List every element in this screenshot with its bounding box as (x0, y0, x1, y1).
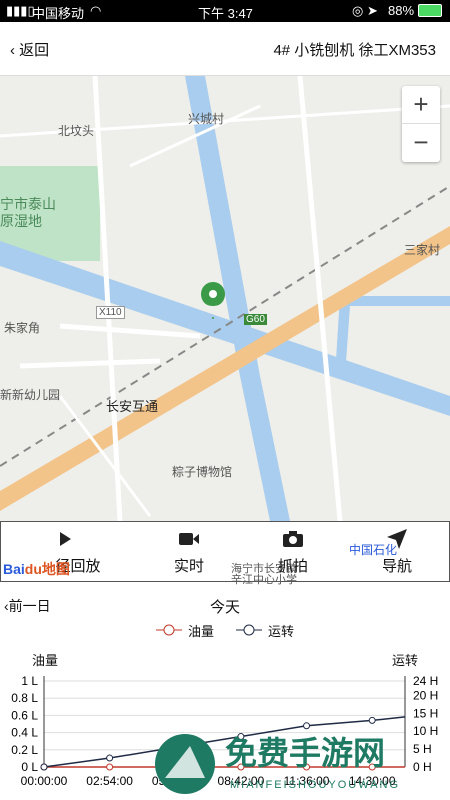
capture-label: 抓拍 (277, 558, 308, 575)
map-label-sanjia: 三家村 (404, 243, 441, 257)
current-day-label: 今天 (209, 599, 240, 616)
watermark-subtitle: MIANFEISHOUYOUWANG (230, 779, 400, 791)
back-button[interactable]: ‹ 返回 (10, 39, 49, 60)
navigate-button[interactable]: 导航 (357, 526, 437, 576)
map-label-x110: X110 (96, 306, 125, 319)
right-tick-label: 20 H (413, 688, 438, 702)
wifi-icon: ◠ (90, 3, 102, 18)
carrier: 中国移动 (32, 6, 85, 21)
map-label-changan: 长安互通 (106, 399, 159, 414)
left-tick-label: 1 L (21, 674, 38, 688)
map-view[interactable]: 兴城村 北坟头 宁市泰山 原湿地 三家村 朱家角 X110 G60 新新幼儿园 … (0, 76, 450, 521)
chevron-left-icon: ‹ (10, 42, 20, 59)
battery-percent: 88% (388, 3, 415, 18)
page-title: 4# 小铣刨机 徐工XM353 (273, 42, 436, 59)
running-legend-marker (236, 624, 262, 636)
capture-button[interactable]: 抓拍 (253, 526, 333, 576)
live-label: 实时 (173, 558, 204, 575)
fuel-legend-label: 油量 (187, 623, 214, 639)
left-tick-label: 0.4 L (11, 726, 38, 740)
map-label-g60: G60 (244, 314, 267, 325)
data-point (106, 754, 114, 762)
left-tick-label: 0.2 L (11, 743, 38, 757)
running-legend-label: 运转 (268, 623, 295, 639)
navigation-arrow-icon (357, 526, 437, 552)
map-label-kindergarten: 新新幼儿园 (0, 388, 61, 402)
map-canvas (0, 76, 450, 521)
map-label-beifentou: 北坟头 (58, 124, 95, 138)
day-navigation: ‹前一日 今天 (0, 594, 450, 616)
zoom-out-button[interactable]: − (402, 124, 440, 162)
video-camera-icon (149, 526, 229, 552)
x-tick-label: 00:00:00 (21, 774, 68, 788)
play-icon (25, 526, 105, 552)
map-label-wetland: 原湿地 (0, 213, 42, 229)
right-tick-label: 24 H (413, 674, 438, 688)
map-toolbar: 中国石化 海宁市长安镇 辛江中心小学 径回放 实时 抓拍 导航 Baidu地图 (0, 521, 450, 586)
left-tick-label: 0 L (21, 760, 38, 774)
camera-icon (253, 526, 333, 552)
x-tick-label: 02:54:00 (86, 774, 133, 788)
left-tick-label: 0.8 L (11, 691, 38, 705)
location-icon: ◎ ➤ (352, 3, 378, 18)
map-label-museum: 粽子博物馆 (172, 465, 233, 479)
data-point (368, 716, 376, 724)
data-point (40, 763, 48, 771)
status-bar: ▮▮▮▯ 中国移动 ◠ 下午 3:47 ◎ ➤ 88% (0, 0, 450, 22)
left-tick-label: 0.6 L (11, 708, 38, 722)
map-label-xingcheng: 兴城村 (188, 112, 225, 126)
watermark-logo: 免费手游网 MIANFEISHOUYOUWANG (155, 734, 400, 794)
data-point (106, 763, 114, 771)
fuel-legend-marker (155, 624, 182, 636)
right-tick-label: 15 H (413, 706, 438, 720)
live-button[interactable]: 实时 (149, 526, 229, 576)
zoom-in-button[interactable]: + (402, 86, 440, 124)
battery-icon (418, 4, 442, 17)
navigate-label: 导航 (381, 558, 412, 575)
zoom-control: + − (402, 86, 440, 162)
watermark-title: 免费手游网 (225, 735, 385, 771)
nav-bar: ‹ 返回 4# 小铣刨机 徐工XM353 (0, 22, 450, 76)
clock: 下午 3:47 (198, 6, 253, 21)
back-label: 返回 (19, 42, 50, 59)
baidu-map-logo: Baidu地图 (3, 561, 70, 577)
chart-legend: 油量 运转 (0, 621, 450, 639)
map-label-zhujiajiao: 朱家角 (4, 321, 41, 335)
signal-icon: ▮▮▮▯ (6, 3, 35, 18)
